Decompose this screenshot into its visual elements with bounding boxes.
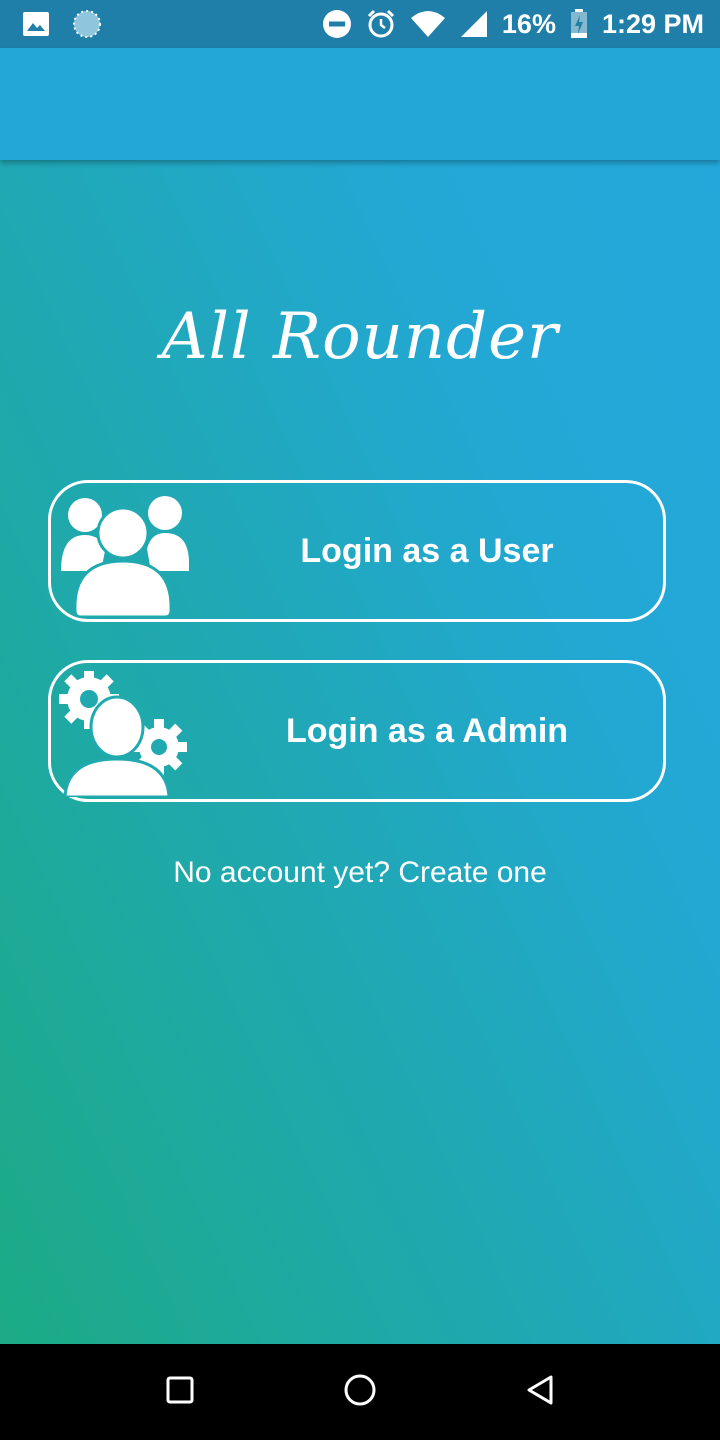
- status-time: 1:29 PM: [601, 8, 704, 39]
- loading-icon: [72, 9, 102, 39]
- screen: 16% 1:29 PM All Rounder Login as a User …: [0, 0, 720, 1440]
- alarm-icon: [366, 9, 396, 39]
- status-left: [22, 10, 102, 38]
- recents-button[interactable]: [156, 1368, 204, 1416]
- users-group-icon: [57, 491, 191, 619]
- wifi-icon: [410, 10, 446, 38]
- login-admin-button[interactable]: Login as a Admin: [48, 660, 666, 802]
- home-icon: [343, 1373, 377, 1412]
- image-icon: [22, 11, 50, 37]
- admin-gears-icon: [57, 669, 191, 799]
- battery-percent: 16%: [501, 8, 556, 39]
- home-button[interactable]: [336, 1368, 384, 1416]
- do-not-disturb-icon: [322, 9, 352, 39]
- recents-icon: [166, 1376, 194, 1409]
- back-button[interactable]: [516, 1368, 564, 1416]
- signal-icon: [460, 10, 488, 38]
- login-user-button[interactable]: Login as a User: [48, 480, 666, 622]
- login-user-label: Login as a User: [300, 531, 554, 570]
- back-icon: [525, 1374, 555, 1411]
- status-right: 16% 1:29 PM: [322, 8, 704, 40]
- main-content: All Rounder Login as a User Login as a A…: [0, 160, 720, 1344]
- login-admin-label: Login as a Admin: [285, 711, 569, 750]
- app-bar: [0, 48, 720, 160]
- navigation-bar: [0, 1344, 720, 1440]
- battery-charging-icon: [570, 9, 588, 39]
- status-bar: 16% 1:29 PM: [0, 0, 720, 48]
- app-title: All Rounder: [161, 300, 559, 374]
- create-account-link[interactable]: No account yet? Create one: [0, 856, 720, 890]
